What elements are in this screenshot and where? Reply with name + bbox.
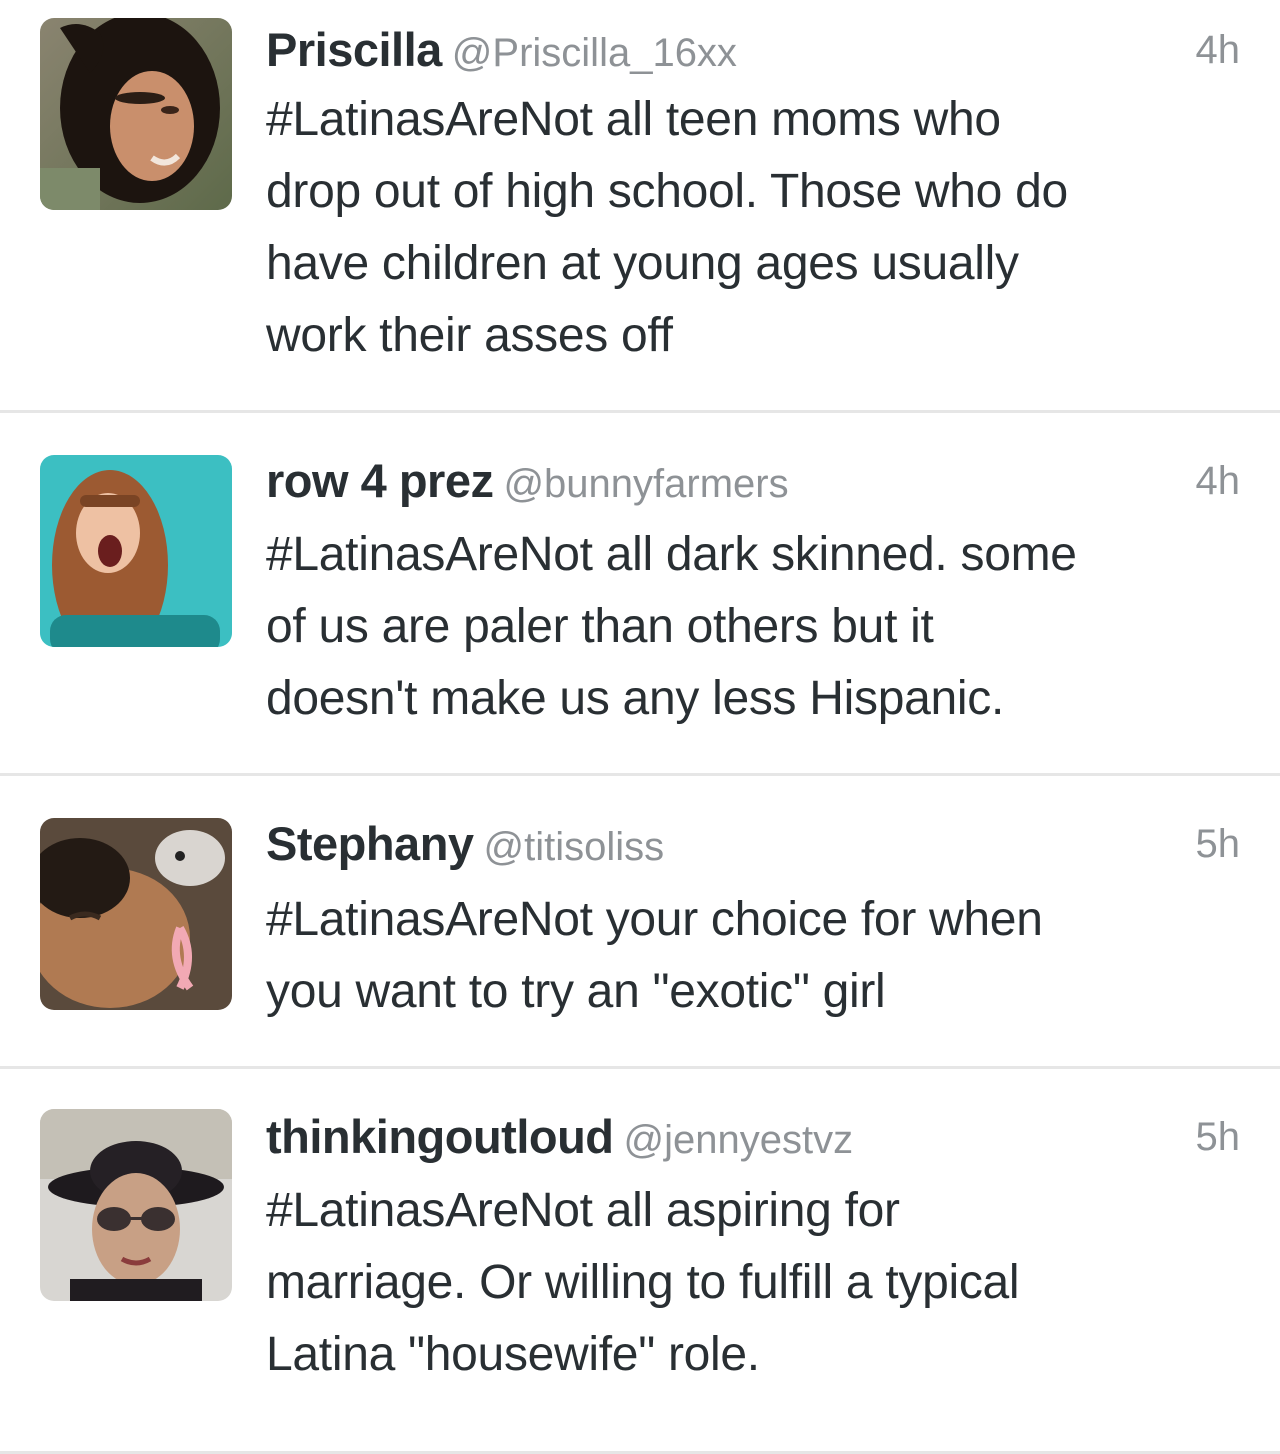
tweet-text-line: marriage. Or willing to fulfill a typica… bbox=[266, 1256, 1020, 1309]
display-name[interactable]: row 4 prez bbox=[266, 454, 494, 507]
avatar[interactable] bbox=[40, 1109, 232, 1301]
profile-photo-icon bbox=[40, 18, 232, 210]
tweet-text-line: #LatinasAreNot all teen moms who bbox=[266, 93, 1001, 146]
tweet-text: #LatinasAreNot all teen moms who drop ou… bbox=[266, 84, 1251, 372]
tweet-text-line: you want to try an "exotic" girl bbox=[266, 965, 886, 1018]
display-name[interactable]: Stephany bbox=[266, 817, 474, 870]
tweet-text-line: #LatinasAreNot all aspiring for bbox=[266, 1184, 900, 1237]
tweet[interactable]: Priscilla @Priscilla_16xx 4h #LatinasAreN… bbox=[0, 0, 1280, 410]
timestamp: 5h bbox=[1195, 1115, 1241, 1159]
user-handle[interactable]: @titisoliss bbox=[484, 825, 665, 869]
tweet[interactable]: thinkingoutloud @jennyestvz 5h #LatinasAr… bbox=[0, 1069, 1280, 1451]
tweet-header: Stephany @titisoliss 5h bbox=[266, 816, 1240, 876]
avatar[interactable] bbox=[40, 18, 232, 210]
avatar[interactable] bbox=[40, 818, 232, 1010]
tweet[interactable]: Stephany @titisoliss 5h #LatinasAreNot yo… bbox=[0, 776, 1280, 1066]
tweet-text-line: Latina "housewife" role. bbox=[266, 1328, 760, 1381]
tweet-text: #LatinasAreNot all aspiring for marriage… bbox=[266, 1175, 1251, 1391]
tweet-header: row 4 prez @bunnyfarmers 4h bbox=[266, 453, 1240, 513]
tweet-text: #LatinasAreNot your choice for when you … bbox=[266, 884, 1251, 1028]
tweet[interactable]: row 4 prez @bunnyfarmers 4h #LatinasAreNo… bbox=[0, 413, 1280, 773]
tweet-text-line: #LatinasAreNot all dark skinned. some bbox=[266, 528, 1077, 581]
tweet-header: Priscilla @Priscilla_16xx 4h bbox=[266, 22, 1240, 82]
tweet-text-line: doesn't make us any less Hispanic. bbox=[266, 672, 1004, 725]
tweet-text-line: of us are paler than others but it bbox=[266, 600, 934, 653]
user-handle[interactable]: @Priscilla_16xx bbox=[452, 31, 737, 75]
avatar[interactable] bbox=[40, 455, 232, 647]
tweet-text: #LatinasAreNot all dark skinned. some of… bbox=[266, 519, 1251, 735]
tweet-header: thinkingoutloud @jennyestvz 5h bbox=[266, 1109, 1240, 1169]
display-name[interactable]: thinkingoutloud bbox=[266, 1110, 614, 1163]
tweet-text-line: have children at young ages usually bbox=[266, 237, 1019, 290]
user-handle[interactable]: @bunnyfarmers bbox=[503, 462, 788, 506]
timestamp: 4h bbox=[1195, 28, 1241, 72]
profile-photo-icon bbox=[40, 455, 232, 647]
profile-photo-icon bbox=[40, 818, 232, 1010]
display-name[interactable]: Priscilla bbox=[266, 23, 442, 76]
tweet-text-line: #LatinasAreNot your choice for when bbox=[266, 893, 1043, 946]
user-handle[interactable]: @jennyestvz bbox=[624, 1118, 854, 1162]
tweet-text-line: drop out of high school. Those who do bbox=[266, 165, 1068, 218]
timestamp: 4h bbox=[1195, 459, 1241, 503]
timestamp: 5h bbox=[1195, 822, 1241, 866]
tweet-text-line: work their asses off bbox=[266, 309, 673, 362]
profile-photo-icon bbox=[40, 1109, 232, 1301]
